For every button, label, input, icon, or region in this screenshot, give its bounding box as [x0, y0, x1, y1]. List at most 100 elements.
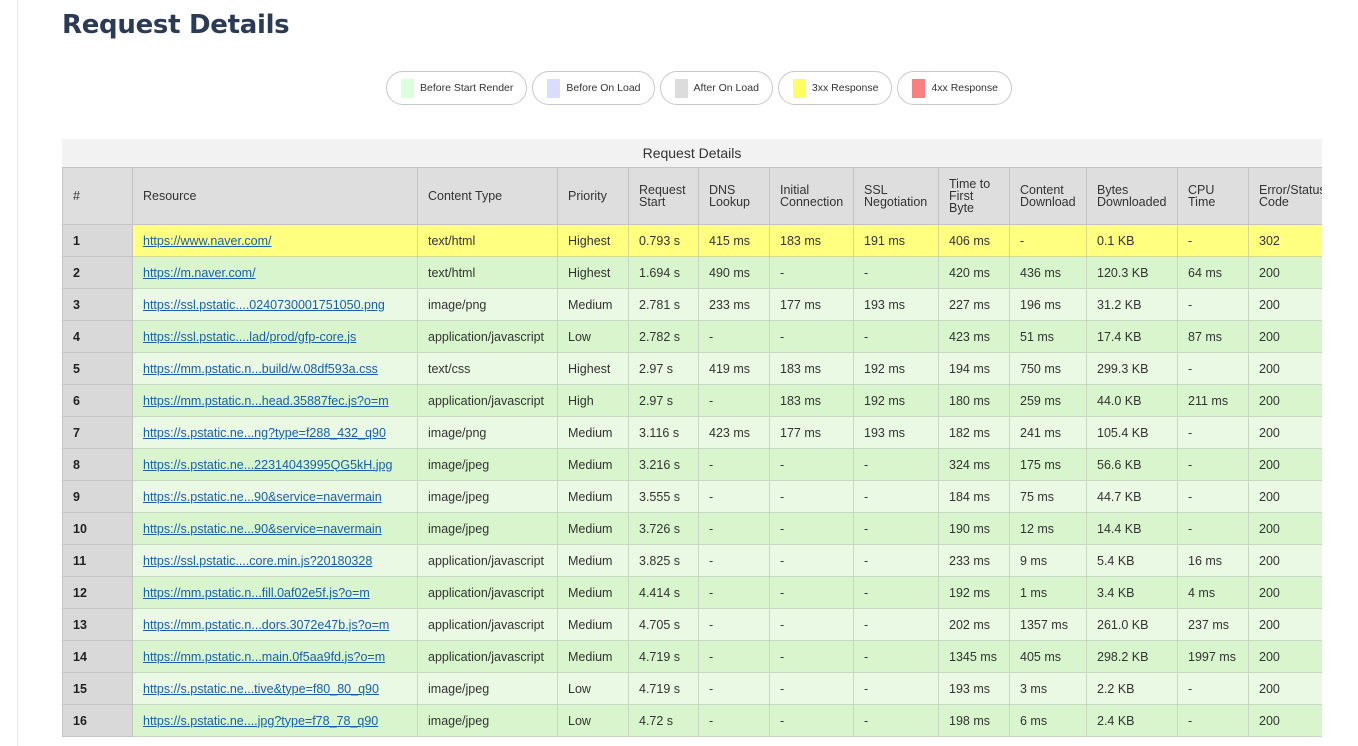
cell-priority: Low [557, 320, 629, 353]
cell-num: 1 [62, 224, 133, 257]
col-header-resource[interactable]: Resource [132, 167, 418, 225]
cell-num: 5 [62, 352, 133, 385]
left-divider [17, 0, 18, 746]
cell-dns-lookup: 233 ms [698, 288, 770, 321]
cell-content-type: application/javascript [417, 320, 558, 353]
cell-cpu-time: - [1177, 448, 1249, 481]
cell-request-start: 3.726 s [628, 512, 699, 545]
resource-link[interactable]: https://s.pstatic.ne...tive&type=f80_80_… [143, 682, 379, 696]
resource-link[interactable]: https://m.naver.com/ [143, 266, 256, 280]
table-row[interactable]: 6 https://mm.pstatic.n...head.35887fec.js… [62, 384, 1322, 417]
cell-content-download: 51 ms [1009, 320, 1087, 353]
table-row[interactable]: 1 https://www.naver.com/text/html Highest 0… [62, 224, 1322, 257]
table-row[interactable]: 13 https://mm.pstatic.n...dors.3072e47b.j… [62, 608, 1322, 641]
cell-dns-lookup: - [698, 576, 770, 609]
cell-num: 16 [62, 704, 133, 737]
cell-cpu-time: - [1177, 288, 1249, 321]
cell-ttfb: 190 ms [938, 512, 1010, 545]
col-header-initial-connection[interactable]: Initial Connection [769, 167, 854, 225]
table-row[interactable]: 10 https://s.pstatic.ne...90&service=nave… [62, 512, 1322, 545]
cell-ttfb: 420 ms [938, 256, 1010, 289]
cell-dns-lookup: 419 ms [698, 352, 770, 385]
resource-link[interactable]: https://s.pstatic.ne...ng?type=f288_432_… [143, 426, 386, 440]
resource-link[interactable]: https://s.pstatic.ne...90&service=naverm… [143, 490, 382, 504]
cell-initial-connection: 177 ms [769, 288, 854, 321]
resource-link[interactable]: https://s.pstatic.ne...90&service=naverm… [143, 522, 382, 536]
cell-resource: https://s.pstatic.ne...ng?type=f288_432_… [132, 416, 418, 449]
legend-item: After On Load [659, 71, 773, 105]
table-row[interactable]: 5 https://mm.pstatic.n...build/w.08df593a… [62, 352, 1322, 385]
cell-resource: https://mm.pstatic.n...main.0f5aa9fd.js?… [132, 640, 418, 673]
resource-link[interactable]: https://s.pstatic.ne...22314043995QG5kH.… [143, 458, 392, 472]
table-row[interactable]: 4 https://ssl.pstatic....lad/prod/gfp-cor… [62, 320, 1322, 353]
cell-content-download: 75 ms [1009, 480, 1087, 513]
legend-item: 4xx Response [897, 71, 1012, 105]
col-header-ssl-negotiation[interactable]: SSL Negotiation [853, 167, 939, 225]
table-body: 1 https://www.naver.com/text/html Highest 0… [62, 224, 1322, 737]
cell-ttfb: 406 ms [938, 224, 1010, 257]
cell-status-code: 200 [1248, 320, 1322, 353]
cell-cpu-time: 237 ms [1177, 608, 1249, 641]
col-header-dns-lookup[interactable]: DNS Lookup [698, 167, 770, 225]
cell-status-code: 200 [1248, 544, 1322, 577]
cell-resource: https://mm.pstatic.n...dors.3072e47b.js?… [132, 608, 418, 641]
resource-link[interactable]: https://s.pstatic.ne....jpg?type=f78_78_… [143, 714, 378, 728]
resource-link[interactable]: https://www.naver.com/ [143, 234, 272, 248]
cell-priority: High [557, 384, 629, 417]
cell-num: 13 [62, 608, 133, 641]
col-header-status-code[interactable]: Error/Status Code [1248, 167, 1322, 225]
cell-ssl-negotiation: - [853, 704, 939, 737]
table-row[interactable]: 16 https://s.pstatic.ne....jpg?type=f78_7… [62, 704, 1322, 737]
table-row[interactable]: 7 https://s.pstatic.ne...ng?type=f288_432… [62, 416, 1322, 449]
cell-ssl-negotiation: - [853, 608, 939, 641]
cell-ssl-negotiation: 193 ms [853, 416, 939, 449]
col-header-priority[interactable]: Priority [557, 167, 629, 225]
table-row[interactable]: 3 https://ssl.pstatic....0240730001751050… [62, 288, 1322, 321]
resource-link[interactable]: https://mm.pstatic.n...head.35887fec.js?… [143, 394, 389, 408]
request-table-container[interactable]: Request Details # Resource Content Type … [62, 139, 1322, 746]
legend-swatch [547, 78, 561, 98]
cell-initial-connection: - [769, 320, 854, 353]
cell-bytes-downloaded: 120.3 KB [1086, 256, 1178, 289]
col-header-request-start[interactable]: Request Start [628, 167, 699, 225]
cell-bytes-downloaded: 299.3 KB [1086, 352, 1178, 385]
cell-request-start: 3.216 s [628, 448, 699, 481]
resource-link[interactable]: https://mm.pstatic.n...dors.3072e47b.js?… [143, 618, 389, 632]
cell-resource: https://s.pstatic.ne...tive&type=f80_80_… [132, 672, 418, 705]
col-header-bytes-downloaded[interactable]: Bytes Downloaded [1086, 167, 1178, 225]
resource-link[interactable]: https://ssl.pstatic....lad/prod/gfp-core… [143, 330, 356, 344]
col-header-cpu-time[interactable]: CPU Time [1177, 167, 1249, 225]
table-row[interactable]: 14 https://mm.pstatic.n...main.0f5aa9fd.j… [62, 640, 1322, 673]
resource-link[interactable]: https://mm.pstatic.n...fill.0af02e5f.js?… [143, 586, 370, 600]
cell-num: 15 [62, 672, 133, 705]
table-header-row: # Resource Content Type Priority Request… [62, 167, 1322, 225]
cell-ttfb: 423 ms [938, 320, 1010, 353]
table-row[interactable]: 12 https://mm.pstatic.n...fill.0af02e5f.j… [62, 576, 1322, 609]
resource-link[interactable]: https://ssl.pstatic....0240730001751050.… [143, 298, 385, 312]
resource-link[interactable]: https://ssl.pstatic....core.min.js?20180… [143, 554, 372, 568]
cell-num: 6 [62, 384, 133, 417]
col-header-ttfb[interactable]: Time to First Byte [938, 167, 1010, 225]
cell-num: 2 [62, 256, 133, 289]
resource-link[interactable]: https://mm.pstatic.n...main.0f5aa9fd.js?… [143, 650, 385, 664]
resource-link[interactable]: https://mm.pstatic.n...build/w.08df593a.… [143, 362, 378, 376]
cell-ssl-negotiation: 192 ms [853, 384, 939, 417]
cell-dns-lookup: - [698, 640, 770, 673]
cell-status-code: 200 [1248, 672, 1322, 705]
cell-priority: Medium [557, 576, 629, 609]
table-row[interactable]: 15 https://s.pstatic.ne...tive&type=f80_8… [62, 672, 1322, 705]
table-row[interactable]: 2 https://m.naver.com/text/html Highest 1.6… [62, 256, 1322, 289]
table-row[interactable]: 8 https://s.pstatic.ne...22314043995QG5kH… [62, 448, 1322, 481]
cell-priority: Low [557, 704, 629, 737]
col-header-content-type[interactable]: Content Type [417, 167, 558, 225]
cell-num: 3 [62, 288, 133, 321]
cell-dns-lookup: - [698, 672, 770, 705]
col-header-content-download[interactable]: Content Download [1009, 167, 1087, 225]
table-row[interactable]: 9 https://s.pstatic.ne...90&service=naver… [62, 480, 1322, 513]
cell-status-code: 200 [1248, 480, 1322, 513]
legend-swatch [674, 78, 688, 98]
cell-initial-connection: 183 ms [769, 384, 854, 417]
cell-request-start: 3.116 s [628, 416, 699, 449]
col-header-num[interactable]: # [62, 167, 133, 225]
table-row[interactable]: 11 https://ssl.pstatic....core.min.js?201… [62, 544, 1322, 577]
